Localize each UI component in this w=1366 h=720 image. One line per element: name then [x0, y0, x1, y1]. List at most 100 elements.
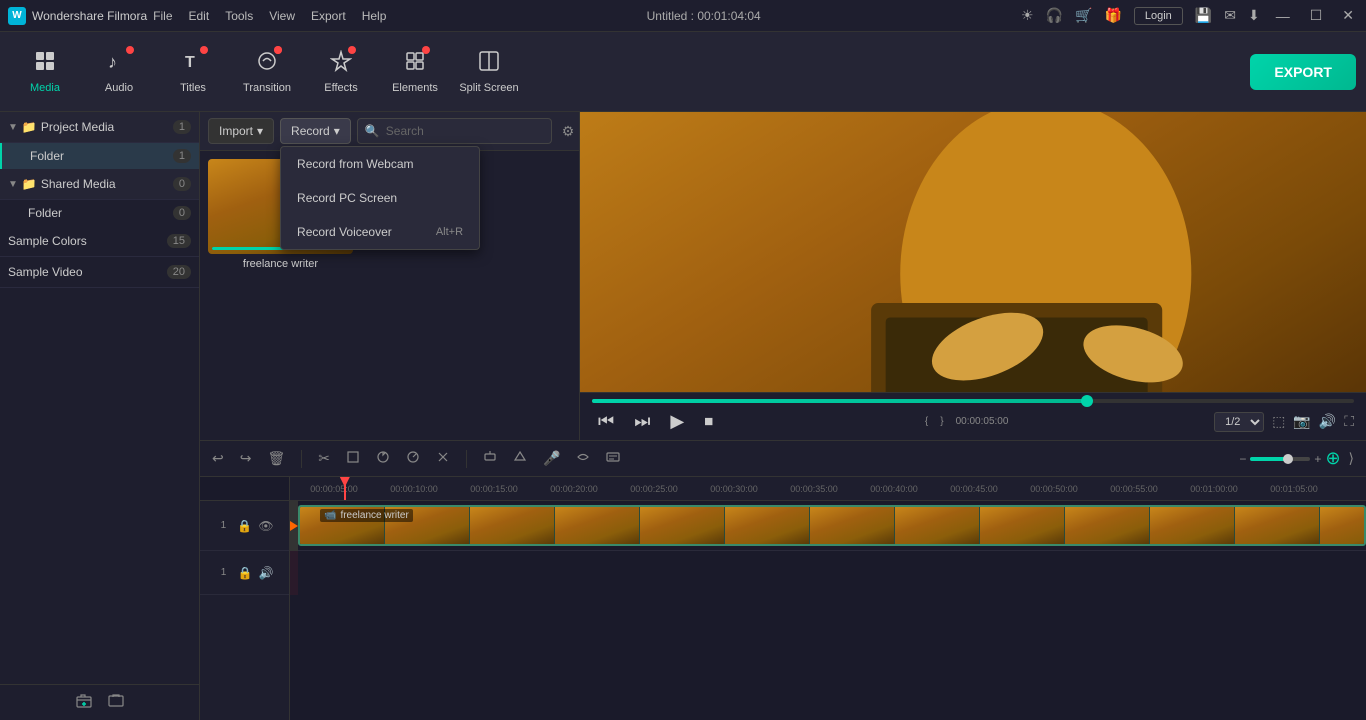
transition-tl-icon[interactable]	[572, 448, 594, 469]
close-button[interactable]: ✕	[1338, 7, 1358, 24]
record-webcam-item[interactable]: Record from Webcam	[281, 147, 479, 181]
maximize-button[interactable]: ☐	[1306, 7, 1327, 24]
rotate-icon[interactable]	[372, 448, 394, 469]
project-media-header[interactable]: ▼ 📁 Project Media 1	[0, 112, 199, 143]
add-folder-icon[interactable]	[76, 693, 92, 712]
content-area: Import ▾ Record ▾ Record from Webcam	[200, 112, 1366, 440]
snapshot-icon[interactable]: 📷	[1293, 413, 1310, 430]
visibility-icon[interactable]: 👁	[258, 519, 273, 533]
tool-splitscreen[interactable]: Split Screen	[454, 37, 524, 107]
ruler-tick-9: 00:00:45:00	[934, 484, 1014, 494]
tool-titles[interactable]: T Titles	[158, 37, 228, 107]
ratio-select[interactable]: 1/2	[1214, 412, 1264, 432]
audio-lock-icon[interactable]: 🔒	[238, 566, 253, 580]
ruler-tick-2: 00:00:10:00	[374, 484, 454, 494]
filter-icon[interactable]: ⚙	[558, 119, 579, 144]
settings-icon[interactable]: ☀	[1021, 7, 1034, 24]
progress-bar-fill	[592, 399, 1087, 403]
timeline-zoom: − + ⊕ ⟩	[1239, 448, 1358, 469]
video-track-content[interactable]: 📹 freelance writer	[298, 501, 1366, 550]
clip-thumb-3	[470, 507, 555, 544]
message-icon[interactable]: ✉	[1224, 7, 1236, 24]
login-button[interactable]: Login	[1134, 7, 1183, 25]
shared-media-header[interactable]: ▼ 📁 Shared Media 0	[0, 169, 199, 200]
cart-icon[interactable]: 🛒	[1075, 7, 1092, 24]
menu-file[interactable]: File	[153, 9, 172, 23]
play-button[interactable]: ▶	[664, 409, 690, 434]
menu-edit[interactable]: Edit	[189, 9, 210, 23]
record-chevron-icon: ▾	[334, 124, 340, 138]
ruler-tick-8: 00:00:40:00	[854, 484, 934, 494]
progress-bar-wrap[interactable]	[592, 399, 1354, 403]
gift-icon[interactable]: 🎁	[1104, 7, 1121, 24]
tool-effects[interactable]: Effects	[306, 37, 376, 107]
speed-icon[interactable]	[402, 448, 424, 469]
clip-thumb-13	[1320, 507, 1366, 544]
zoom-slider[interactable]	[1250, 457, 1310, 461]
cut-icon[interactable]: ✂	[314, 448, 334, 469]
time-markers: { } 00:00:05:00	[923, 414, 1011, 429]
full-screen-preview-icon[interactable]: ⬚	[1272, 413, 1285, 430]
current-time: 00:00:05:00	[954, 414, 1011, 429]
collapse-icon[interactable]: ⟩	[1345, 448, 1358, 469]
minimize-button[interactable]: —	[1272, 8, 1294, 24]
record-voiceover-shortcut: Alt+R	[436, 226, 463, 238]
video-content	[580, 112, 1366, 392]
add-track-icon[interactable]: ⊕	[1325, 448, 1340, 469]
tool-audio[interactable]: ♪ Audio	[84, 37, 154, 107]
track-play-marker	[290, 521, 298, 531]
snap-icon[interactable]	[479, 448, 501, 469]
record-screen-item[interactable]: Record PC Screen	[281, 181, 479, 215]
tool-elements[interactable]: Elements	[380, 37, 450, 107]
link-icon[interactable]	[108, 693, 124, 712]
volume-icon[interactable]: 🔊	[1319, 413, 1336, 430]
progress-handle[interactable]	[1081, 395, 1093, 407]
fullscreen-icon[interactable]: ⛶	[1344, 413, 1354, 430]
clip-thumb-7	[810, 507, 895, 544]
stop-button[interactable]: ⏹	[698, 409, 719, 434]
elements-icon	[404, 50, 426, 78]
audio-track-content[interactable]	[298, 551, 1366, 595]
shared-media-folder-count: 0	[173, 206, 191, 220]
ruler-tick-5: 00:00:25:00	[614, 484, 694, 494]
shared-media-folder[interactable]: Folder 0	[0, 200, 199, 226]
zoom-out-icon[interactable]: −	[1239, 452, 1246, 466]
delete-icon[interactable]: 🗑	[263, 448, 289, 469]
search-input[interactable]	[357, 118, 552, 144]
save-icon[interactable]: 💾	[1195, 7, 1212, 24]
record-button[interactable]: Record ▾	[280, 118, 351, 144]
headset-icon[interactable]: 🎧	[1046, 7, 1063, 24]
menu-tools[interactable]: Tools	[225, 9, 253, 23]
menu-export[interactable]: Export	[311, 9, 346, 23]
track-marker-area	[290, 501, 298, 551]
project-media-folder[interactable]: Folder 1	[0, 143, 199, 169]
record-voiceover-item[interactable]: Record Voiceover Alt+R	[281, 215, 479, 249]
subtitle-icon[interactable]	[602, 448, 624, 469]
lock-icon[interactable]: 🔒	[237, 519, 252, 533]
undo-icon[interactable]: ↩	[208, 448, 228, 469]
tool-media[interactable]: Media	[10, 37, 80, 107]
zoom-slider-handle[interactable]	[1283, 454, 1293, 464]
slow-motion-icon[interactable]: ⏭	[628, 409, 656, 434]
zoom-in-icon[interactable]: +	[1314, 452, 1321, 466]
import-button[interactable]: Import ▾	[208, 118, 274, 144]
menu-help[interactable]: Help	[362, 9, 387, 23]
audio-track-1-number: 1	[216, 567, 232, 578]
audio-track-controls: 1 🔒 🔊	[200, 551, 289, 595]
marker-icon[interactable]	[509, 448, 531, 469]
crop-icon[interactable]	[342, 448, 364, 469]
export-button[interactable]: EXPORT	[1250, 54, 1356, 90]
preview-panel: ⏮ ⏭ ▶ ⏹ { } 00:00:05:00 1/2	[580, 112, 1366, 440]
video-clip[interactable]: 📹 freelance writer	[298, 505, 1366, 546]
audio-mute-icon[interactable]: 🔊	[259, 566, 274, 580]
menu-view[interactable]: View	[269, 9, 295, 23]
sample-colors-item[interactable]: Sample Colors 15	[0, 226, 199, 257]
tool-transition[interactable]: Transition	[232, 37, 302, 107]
download-icon[interactable]: ⬇	[1248, 7, 1260, 24]
mic-icon[interactable]: 🎤	[539, 448, 564, 469]
redo-icon[interactable]: ↪	[236, 448, 256, 469]
audio-detach-icon[interactable]	[432, 448, 454, 469]
zoom-slider-fill	[1250, 457, 1286, 461]
sample-video-item[interactable]: Sample Video 20	[0, 257, 199, 288]
frame-step-back-icon[interactable]: ⏮	[592, 409, 620, 434]
